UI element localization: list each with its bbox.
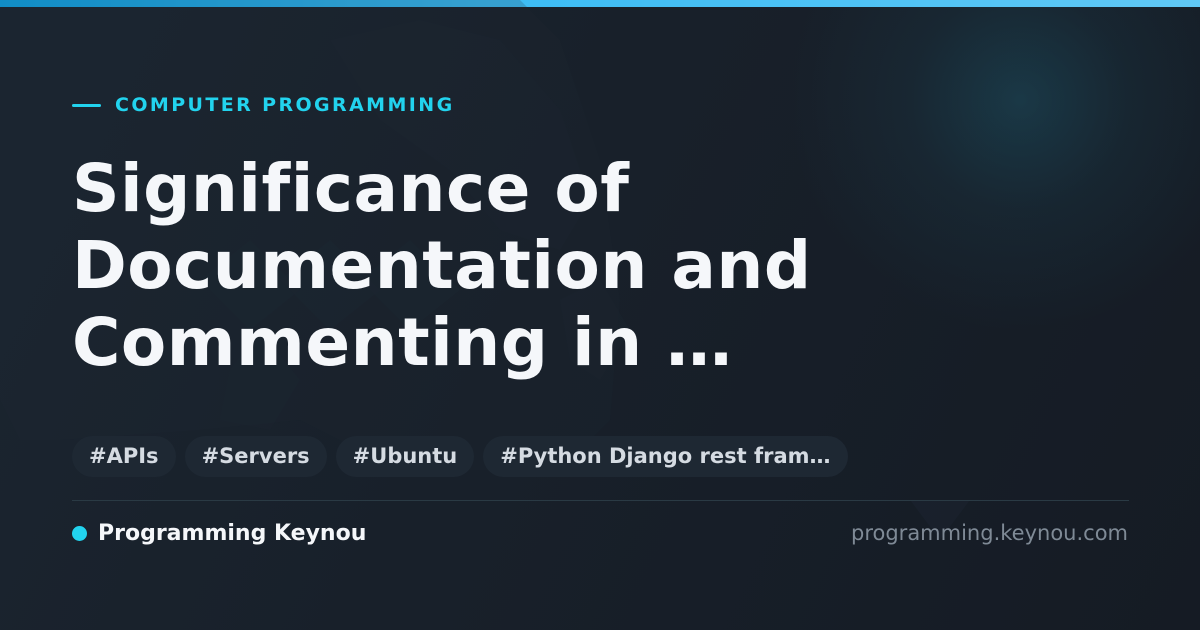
category-label: COMPUTER PROGRAMMING [115,94,455,116]
divider [72,500,1129,501]
page-title: Significance of Documentation and Commen… [72,150,812,381]
category: COMPUTER PROGRAMMING [72,94,455,116]
tag[interactable]: #Servers [184,436,327,477]
category-accent-line [72,103,101,107]
brand-dot-icon [72,525,87,541]
brand-name: Programming Keynou [98,520,367,546]
brand: Programming Keynou [72,518,366,548]
tag[interactable]: #APIs [72,436,176,477]
tag-list: #APIs #Servers #Ubuntu #Python Django re… [72,436,848,477]
og-card: COMPUTER PROGRAMMING Significance of Doc… [0,0,1200,630]
tag[interactable]: #Ubuntu [335,436,475,477]
site-url[interactable]: programming.keynou.com [851,518,1128,548]
tag[interactable]: #Python Django rest fram… [483,436,848,477]
